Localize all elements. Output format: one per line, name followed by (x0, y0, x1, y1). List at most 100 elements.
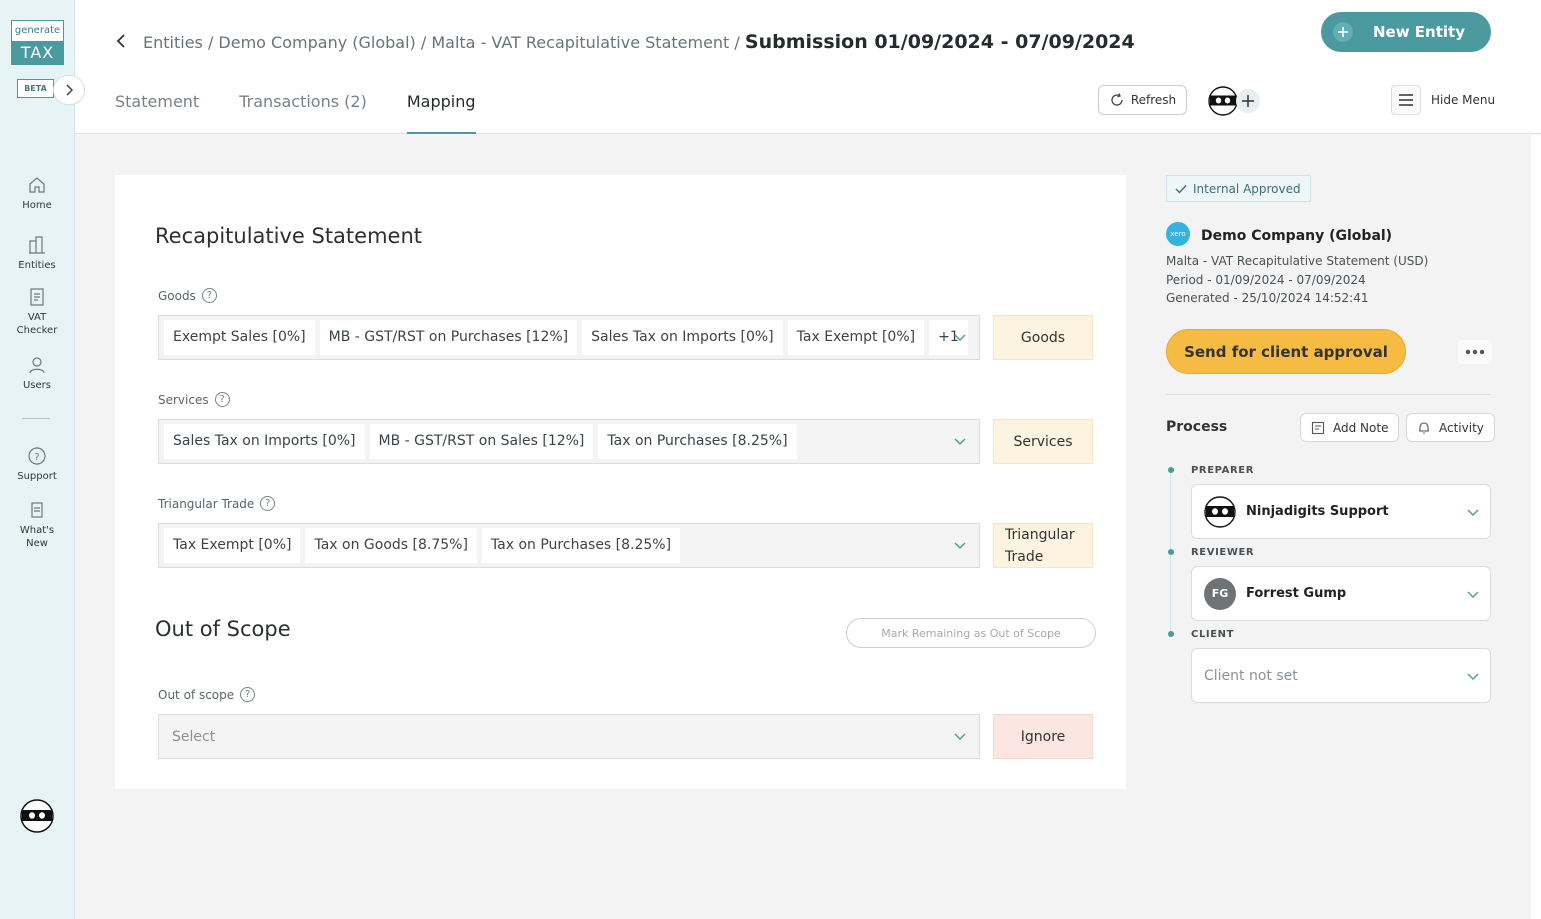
user-avatar[interactable] (20, 799, 54, 833)
goods-chip[interactable]: Tax Exempt [0%] (787, 320, 925, 355)
chevron-down-icon (1467, 509, 1479, 516)
sidebar: generate TAX BETA Home Entities VAT Chec… (0, 0, 85, 919)
goods-label-text: Goods (158, 288, 196, 303)
help-icon[interactable]: ? (201, 288, 217, 303)
top-header: Entities / Demo Company (Global) / Malta… (75, 0, 1541, 134)
out-of-scope-select[interactable]: Select (158, 714, 980, 759)
select-placeholder: Select (172, 728, 216, 745)
refresh-button[interactable]: Refresh (1098, 85, 1187, 115)
back-button[interactable] (111, 30, 131, 52)
triangular-label-text: Triangular Trade (158, 496, 255, 511)
new-entity-button[interactable]: New Entity (1321, 12, 1491, 52)
triangular-chip[interactable]: Tax on Purchases [8.25%] (481, 528, 681, 563)
services-chip[interactable]: MB - GST/RST on Sales [12%] (369, 424, 594, 459)
bell-icon (1419, 421, 1429, 434)
triangular-category-button[interactable]: Triangular Trade (993, 523, 1093, 568)
assignee-avatar[interactable] (1208, 86, 1238, 116)
mapping-card: Recapitulative Statement Goods ? Exempt … (115, 175, 1126, 789)
reviewer-label: REVIEWER (1191, 547, 1255, 558)
right-strip (1531, 135, 1541, 919)
goods-category-button[interactable]: Goods (993, 315, 1093, 360)
expand-sidebar-button[interactable] (53, 75, 85, 105)
preparer-select[interactable]: Ninjadigits Support (1191, 484, 1491, 539)
goods-multiselect[interactable]: Exempt Sales [0%] MB - GST/RST on Purcha… (158, 315, 980, 360)
add-assignee-button[interactable] (1236, 89, 1260, 113)
sidebar-item-users[interactable]: Users (0, 355, 74, 392)
breadcrumb-current: Submission 01/09/2024 - 07/09/2024 (744, 31, 1135, 53)
goods-chip[interactable]: MB - GST/RST on Purchases [12%] (319, 320, 578, 355)
help-icon[interactable]: ? (240, 687, 256, 702)
document-icon (30, 288, 44, 306)
tab-statement[interactable]: Statement (115, 84, 199, 134)
chevron-down-icon[interactable] (953, 330, 967, 344)
reviewer-avatar: FG (1204, 577, 1236, 610)
preparer-label: PREPARER (1191, 465, 1255, 476)
sidebar-item-label: VAT Checker (16, 312, 58, 336)
reviewer-name: Forrest Gump (1246, 586, 1347, 601)
sidebar-item-label: What's New (19, 525, 55, 549)
hamburger-menu-icon (1391, 85, 1421, 115)
preparer-avatar (1204, 495, 1236, 528)
refresh-label: Refresh (1130, 93, 1177, 107)
tab-transactions[interactable]: Transactions (2) (239, 84, 367, 134)
activity-button[interactable]: Activity (1406, 413, 1495, 442)
client-select[interactable]: Client not set (1191, 648, 1491, 703)
triangular-chip[interactable]: Tax Exempt [0%] (164, 528, 301, 563)
sidebar-item-vat-checker[interactable]: VAT Checker (0, 287, 74, 337)
add-note-label: Add Note (1333, 420, 1389, 435)
services-chip[interactable]: Tax on Purchases [8.25%] (598, 424, 797, 459)
services-multiselect[interactable]: Sales Tax on Imports [0%] MB - GST/RST o… (158, 419, 980, 464)
sidebar-item-label: Support (17, 471, 57, 482)
preparer-name: Ninjadigits Support (1246, 504, 1389, 519)
plus-icon (1242, 95, 1254, 107)
tab-bar: Statement Transactions (2) Mapping (115, 84, 516, 134)
home-icon (29, 177, 45, 193)
sidebar-item-whats-new[interactable]: What's New (0, 500, 74, 550)
tab-mapping[interactable]: Mapping (406, 84, 476, 134)
out-of-scope-label-text: Out of scope (158, 687, 235, 702)
panel-divider (1166, 394, 1491, 395)
sidebar-item-support[interactable]: ? Support (0, 446, 74, 483)
breadcrumb: Entities / Demo Company (Global) / Malta… (143, 28, 1135, 57)
triangular-chip[interactable]: Tax on Goods [8.75%] (305, 528, 477, 563)
refresh-icon (1111, 93, 1123, 106)
plus-icon (1333, 22, 1353, 42)
reviewer-select[interactable]: FG Forrest Gump (1191, 566, 1491, 621)
buildings-icon (29, 236, 45, 254)
help-icon[interactable]: ? (260, 496, 276, 511)
out-of-scope-label: Out of scope ? (158, 687, 256, 702)
mark-remaining-button[interactable]: Mark Remaining as Out of Scope (846, 618, 1096, 648)
services-chip[interactable]: Sales Tax on Imports [0%] (164, 424, 365, 459)
xero-logo: xero (1166, 222, 1190, 246)
client-label: CLIENT (1191, 629, 1235, 640)
activity-label: Activity (1439, 420, 1484, 435)
svg-text:?: ? (34, 452, 39, 463)
chevron-left-icon (116, 34, 125, 48)
out-of-scope-title: Out of Scope (155, 617, 291, 641)
app-logo[interactable]: generate TAX (11, 20, 64, 65)
chevron-down-icon[interactable] (953, 538, 967, 552)
chevron-down-icon[interactable] (953, 729, 967, 743)
chevron-down-icon (1467, 591, 1479, 598)
help-icon[interactable]: ? (214, 392, 230, 407)
chevron-down-icon[interactable] (953, 434, 967, 448)
triangular-multiselect[interactable]: Tax Exempt [0%] Tax on Goods [8.75%] Tax… (158, 523, 980, 568)
goods-chip[interactable]: Sales Tax on Imports [0%] (582, 320, 783, 355)
services-label: Services ? (158, 392, 230, 407)
sidebar-item-label: Home (22, 200, 52, 211)
send-for-approval-button[interactable]: Send for client approval (1166, 329, 1406, 374)
sidebar-item-home[interactable]: Home (0, 175, 74, 212)
chevron-right-icon (66, 84, 74, 96)
sidebar-divider (22, 418, 50, 419)
services-category-button[interactable]: Services (993, 419, 1093, 464)
services-label-text: Services (158, 392, 209, 407)
goods-chip[interactable]: Exempt Sales [0%] (164, 320, 315, 355)
logo-top-text: generate (14, 25, 61, 36)
hide-menu-button[interactable]: Hide Menu (1391, 85, 1495, 115)
recap-title: Recapitulative Statement (155, 224, 422, 248)
breadcrumb-path[interactable]: Entities / Demo Company (Global) / Malta… (143, 33, 745, 52)
more-options-button[interactable] (1458, 340, 1492, 364)
add-note-button[interactable]: Add Note (1300, 413, 1400, 442)
ignore-button[interactable]: Ignore (993, 714, 1093, 759)
sidebar-item-entities[interactable]: Entities (0, 235, 74, 272)
